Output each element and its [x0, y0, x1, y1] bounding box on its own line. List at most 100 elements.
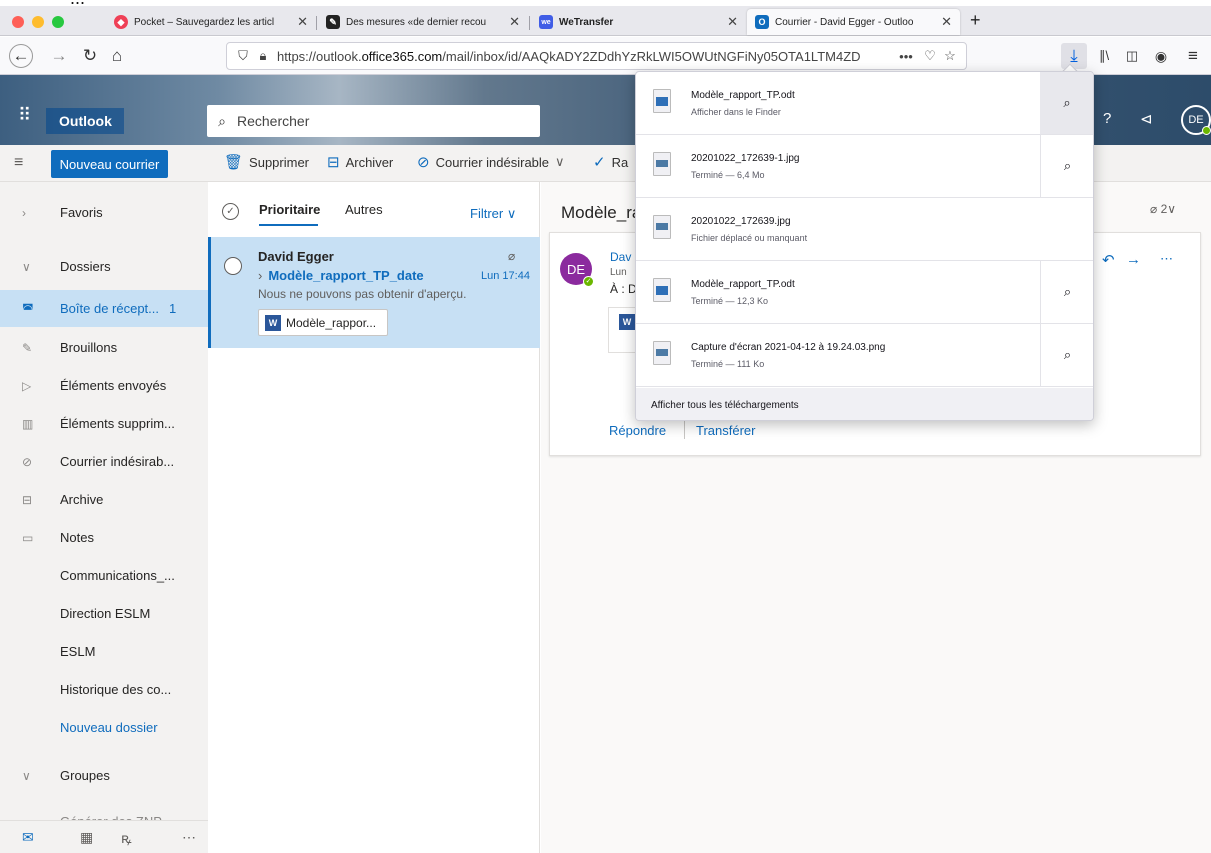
reading-to: À : D [610, 282, 637, 296]
sidebar-item-archive[interactable]: ⊟ Archive [0, 481, 208, 518]
tab-close-icon[interactable]: ✕ [727, 14, 738, 30]
hamburger-icon[interactable]: ≡ [14, 154, 23, 172]
minimize-window-button[interactable] [32, 16, 44, 28]
search-box[interactable]: ⌕ Rechercher [207, 105, 540, 137]
library-icon[interactable]: ∥\ [1091, 43, 1117, 69]
sidebar-item-historique[interactable]: Historique des co... [0, 671, 208, 708]
page-actions-icon[interactable]: ••• [892, 49, 920, 64]
download-name: Capture d'écran 2021-04-12 à 19.24.03.pn… [691, 342, 886, 353]
sweep-button[interactable]: ✓ Ra [593, 153, 628, 171]
download-item[interactable]: Modèle_rapport_TP.odt Terminé — 12,3 Ko … [636, 261, 1093, 324]
filter-button[interactable]: Filtrer ∨ [470, 206, 516, 222]
download-name: 20201022_172639-1.jpg [691, 153, 800, 164]
avatar[interactable]: DE [1181, 105, 1211, 135]
outlook-title[interactable]: Outlook [46, 108, 124, 134]
sidebar-item-sent[interactable]: ▷ Éléments envoyés [0, 367, 208, 404]
downloads-icon[interactable]: ⤓ [1061, 43, 1087, 69]
forward-button[interactable]: → [46, 43, 72, 69]
bookmark-star-icon[interactable]: ☆ [940, 48, 960, 64]
mail-icon[interactable]: ✉ [22, 829, 34, 846]
jpg-file-icon [653, 215, 671, 239]
menu-icon[interactable]: ≡ [1180, 43, 1206, 69]
help-icon[interactable]: ? [1103, 110, 1111, 127]
close-window-button[interactable] [12, 16, 24, 28]
url-text[interactable]: https://outlook.office365.com/mail/inbox… [273, 49, 892, 64]
new-mail-button[interactable]: Nouveau courrier [51, 150, 168, 178]
sidebar-item-junk[interactable]: ⊘ Courrier indésirab... [0, 443, 208, 480]
download-item[interactable]: Capture d'écran 2021-04-12 à 19.24.03.pn… [636, 324, 1093, 387]
download-item[interactable]: 20201022_172639-1.jpg Terminé — 6,4 Mo ⌕ [636, 135, 1093, 198]
feedback-icon[interactable]: ⊲ [1140, 110, 1153, 128]
download-item[interactable]: 20201022_172639.jpg Fichier déplacé ou m… [636, 198, 1093, 261]
select-all-checkbox[interactable]: ✓ [222, 203, 239, 220]
calendar-icon[interactable]: ▦ [80, 829, 93, 846]
groups-header[interactable]: ∨ Groupes [0, 757, 208, 794]
download-name: Modèle_rapport_TP.odt [691, 90, 795, 101]
show-in-folder-button[interactable]: ⌕ [1040, 261, 1093, 323]
tab-wetransfer[interactable]: we WeTransfer ✕ [531, 9, 746, 35]
reply-link[interactable]: Répondre [609, 423, 666, 438]
reading-subject: Modèle_ra [561, 203, 642, 222]
new-folder-link[interactable]: Nouveau dossier [0, 709, 208, 746]
forward-arrow-icon[interactable]: → [1126, 251, 1141, 268]
show-in-folder-button[interactable]: ⌕ [1040, 324, 1093, 386]
shield-icon[interactable]: ⛉ [233, 48, 253, 64]
favorites-header[interactable]: › Favoris [0, 194, 208, 231]
back-button[interactable]: ← [9, 44, 33, 68]
message-checkbox[interactable] [224, 257, 242, 275]
attachment-count[interactable]: ⌀ 2∨ [1150, 202, 1176, 216]
tab-mesures[interactable]: ✎ Des mesures «de dernier recou ✕ [318, 9, 528, 35]
more-apps-icon[interactable]: ⋯ [182, 829, 196, 846]
show-in-folder-button[interactable]: ⌕ [1040, 135, 1093, 197]
message-row[interactable]: David Egger ⌀ › Modèle_rapport_TP_date Lu… [208, 237, 540, 348]
archive-label: Archiver [345, 154, 394, 170]
app-launcher-icon[interactable]: ⠿ [18, 105, 31, 126]
tab-focused[interactable]: Prioritaire [259, 202, 320, 226]
delete-button[interactable]: 🗑︎ Supprimer [224, 153, 309, 171]
download-item[interactable]: Modèle_rapport_TP.odt Afficher dans le F… [636, 72, 1093, 135]
sidebar-item-inbox[interactable]: ◚ Boîte de récept... 1 [0, 290, 208, 327]
sidebar-icon[interactable]: ◫ [1119, 43, 1145, 69]
chevron-down-icon[interactable]: ∨ [555, 154, 565, 170]
sidebar-item-notes[interactable]: ▭ Notes [0, 519, 208, 556]
drafts-label: Brouillons [60, 340, 118, 355]
home-button[interactable]: ⌂ [104, 43, 130, 69]
folders-header[interactable]: ∨ Dossiers [0, 248, 208, 285]
sidebar-item-direction-eslm[interactable]: Direction ESLM [0, 595, 208, 632]
chevron-down-icon: ∨ [506, 206, 517, 221]
historique-label: Historique des co... [60, 682, 172, 697]
tab-close-icon[interactable]: ✕ [509, 14, 520, 30]
pocket-icon[interactable]: ♡ [920, 48, 940, 64]
tab-outlook[interactable]: O Courrier - David Egger - Outloo ✕ [747, 9, 960, 35]
sidebar-item-deleted[interactable]: ▥ Éléments supprim... [0, 405, 208, 442]
tab-pocket[interactable]: ◆ Pocket – Sauvegardez les articl ✕ [106, 9, 316, 35]
more-actions-icon[interactable]: ⋯ [1160, 251, 1173, 267]
show-all-downloads-button[interactable]: Afficher tous les téléchargements [636, 388, 1093, 420]
reload-button[interactable]: ↻ [77, 43, 103, 69]
reading-sender[interactable]: Dav [610, 250, 631, 264]
deleted-label: Éléments supprim... [60, 416, 175, 431]
subject-text: Modèle_rapport_TP_date [268, 268, 424, 283]
pocket-favicon-icon: ◆ [114, 15, 128, 29]
url-bar[interactable]: ⛉ 🔒︎ https://outlook.office365.com/mail/… [226, 42, 967, 70]
reply-all-icon[interactable]: ↶ [1102, 251, 1115, 269]
lock-icon[interactable]: 🔒︎ [253, 48, 273, 64]
archive-button[interactable]: ⊟ Archiver [327, 153, 393, 171]
attachment-chip[interactable]: W Modèle_rappor... [258, 309, 388, 336]
junk-button[interactable]: ⊘ Courrier indésirable ∨ [417, 153, 565, 171]
search-input[interactable]: Rechercher [237, 113, 309, 129]
news-favicon-icon: ✎ [326, 15, 340, 29]
new-tab-button[interactable]: + [962, 7, 989, 33]
tab-close-icon[interactable]: ✕ [941, 14, 952, 30]
sidebar-item-drafts[interactable]: ✎ Brouillons [0, 329, 208, 366]
zoom-window-button[interactable] [52, 16, 64, 28]
forward-link[interactable]: Transférer [696, 423, 755, 438]
tab-close-icon[interactable]: ✕ [297, 14, 308, 30]
show-in-folder-button[interactable]: ⌕ [1040, 72, 1093, 134]
people-icon[interactable]: ꝶ [121, 829, 132, 848]
favorites-label: Favoris [60, 205, 103, 220]
sidebar-item-eslm[interactable]: ESLM [0, 633, 208, 670]
account-icon[interactable]: ◉ [1148, 43, 1174, 69]
sidebar-item-communications[interactable]: Communications_... [0, 557, 208, 594]
tab-other[interactable]: Autres [345, 202, 383, 217]
